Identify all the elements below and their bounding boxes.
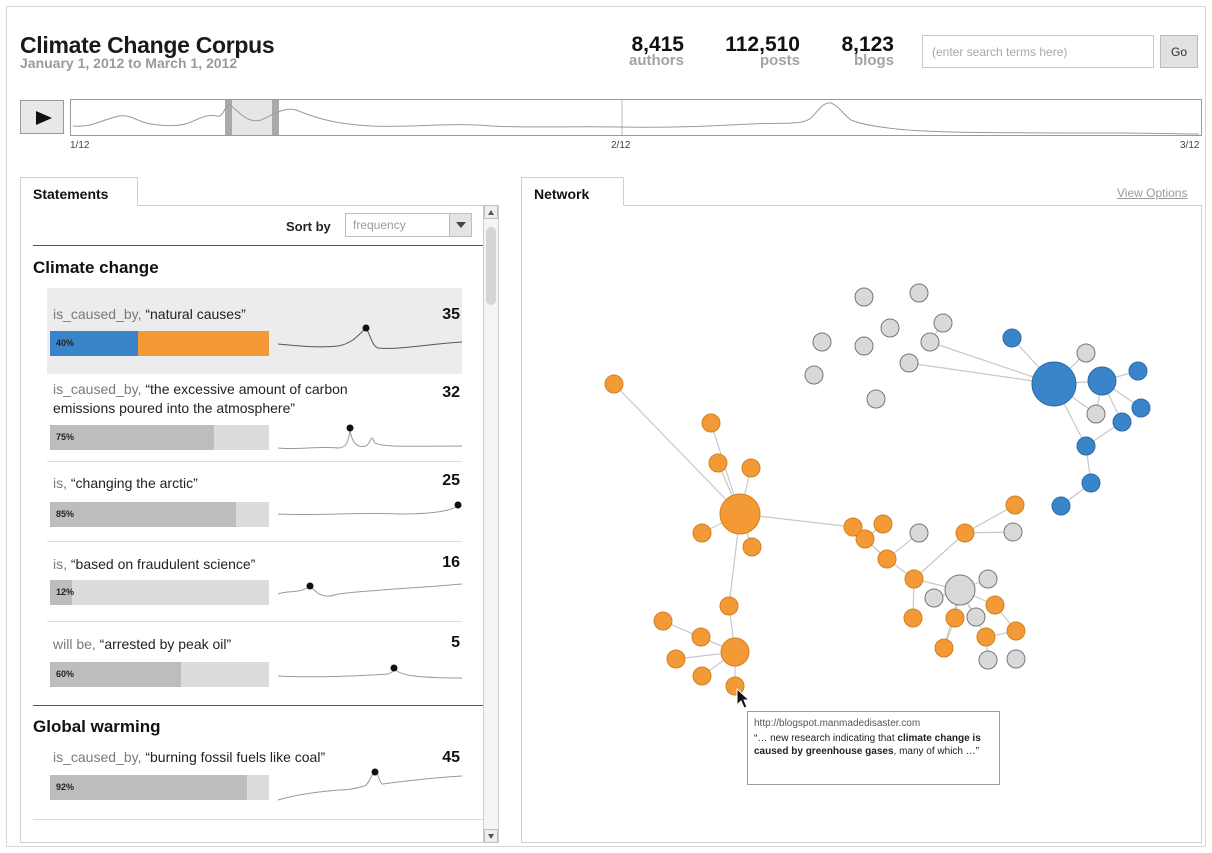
network-node[interactable] — [719, 596, 739, 616]
network-node[interactable] — [1005, 495, 1025, 515]
network-node[interactable] — [854, 287, 874, 307]
network-node[interactable] — [978, 569, 998, 589]
network-node[interactable] — [742, 537, 762, 557]
network-node[interactable] — [1131, 398, 1151, 418]
network-node[interactable] — [708, 453, 728, 473]
network-graph — [604, 283, 1151, 696]
network-node[interactable] — [855, 529, 875, 549]
network-node[interactable] — [909, 283, 929, 303]
network-node[interactable] — [692, 523, 712, 543]
network-edge — [613, 383, 741, 515]
network-node[interactable] — [976, 627, 996, 647]
network-node[interactable] — [604, 374, 624, 394]
network-node[interactable] — [934, 638, 954, 658]
network-node[interactable] — [1076, 436, 1096, 456]
network-node[interactable] — [692, 666, 712, 686]
network-node[interactable] — [880, 318, 900, 338]
network-node[interactable] — [719, 493, 761, 535]
network-node[interactable] — [1002, 328, 1022, 348]
network-node[interactable] — [877, 549, 897, 569]
network-node[interactable] — [904, 569, 924, 589]
network-node[interactable] — [924, 588, 944, 608]
network-node[interactable] — [899, 353, 919, 373]
network-node[interactable] — [944, 574, 976, 606]
network-node[interactable] — [955, 523, 975, 543]
network-node[interactable] — [1112, 412, 1132, 432]
network-node[interactable] — [1031, 361, 1077, 407]
network-node[interactable] — [653, 611, 673, 631]
network-node[interactable] — [701, 413, 721, 433]
network-node[interactable] — [985, 595, 1005, 615]
network-node[interactable] — [978, 650, 998, 670]
network-node[interactable] — [1051, 496, 1071, 516]
tooltip-url: http://blogspot.manmadedisaster.com — [754, 718, 921, 729]
tooltip-quote: “… new research indicating that climate … — [754, 732, 993, 758]
network-node[interactable] — [1006, 649, 1026, 669]
network-node[interactable] — [866, 389, 886, 409]
tooltip-quote-end: , many of which …” — [893, 746, 980, 757]
network-node[interactable] — [1086, 404, 1106, 424]
network-node[interactable] — [920, 332, 940, 352]
network-node[interactable] — [1128, 361, 1148, 381]
network-node[interactable] — [1003, 522, 1023, 542]
tooltip-quote-start: “… new research indicating that — [754, 733, 898, 744]
network-node[interactable] — [1076, 343, 1096, 363]
network-node[interactable] — [945, 608, 965, 628]
network-node[interactable] — [812, 332, 832, 352]
network-node[interactable] — [909, 523, 929, 543]
network-node[interactable] — [1087, 366, 1117, 396]
network-node[interactable] — [966, 607, 986, 627]
network-node[interactable] — [691, 627, 711, 647]
network-node[interactable] — [741, 458, 761, 478]
network-node[interactable] — [1081, 473, 1101, 493]
tooltip: http://blogspot.manmadedisaster.com “… n… — [747, 711, 1000, 785]
network-node[interactable] — [804, 365, 824, 385]
network-node[interactable] — [666, 649, 686, 669]
network-node[interactable] — [720, 637, 750, 667]
network-node[interactable] — [854, 336, 874, 356]
network-node[interactable] — [1006, 621, 1026, 641]
cursor-icon — [736, 688, 751, 709]
network-node[interactable] — [933, 313, 953, 333]
network-node[interactable] — [903, 608, 923, 628]
network-node[interactable] — [873, 514, 893, 534]
